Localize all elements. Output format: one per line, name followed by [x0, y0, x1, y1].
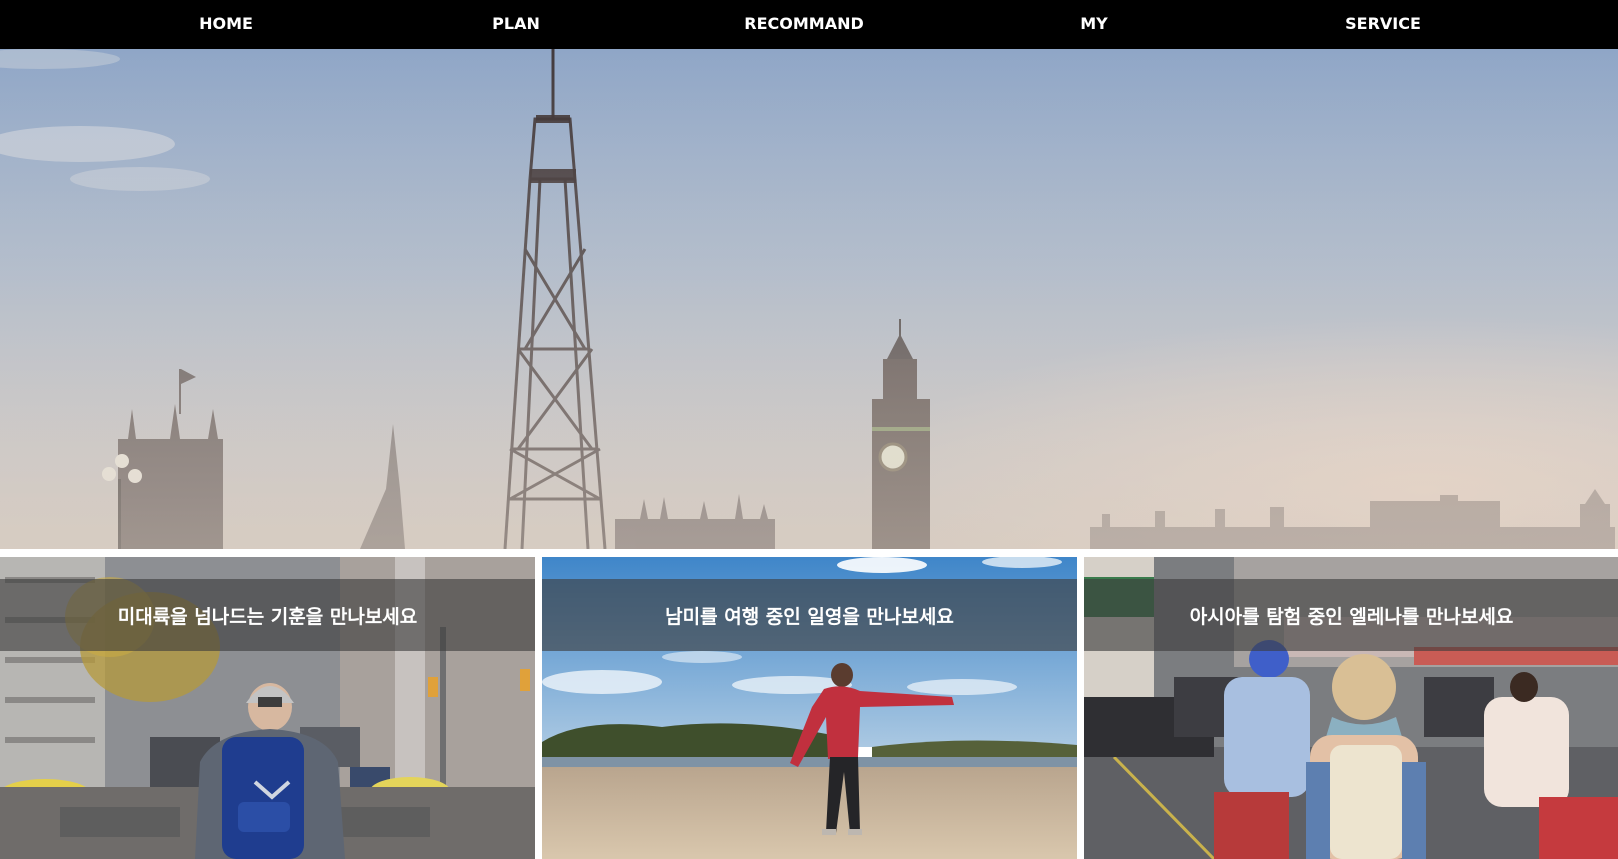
traveler-cards: 미대륙을 넘나드는 기훈을 만나보세요 남미를 여행 중인 일영을 만나보세요 …	[0, 557, 1618, 859]
nav-home[interactable]: HOME	[199, 0, 253, 49]
nav-service[interactable]: SERVICE	[1345, 0, 1421, 49]
card-kihoon-caption: 미대륙을 넘나드는 기훈을 만나보세요	[0, 579, 535, 651]
nav-my[interactable]: MY	[1080, 0, 1108, 49]
card-elena-caption: 아시아를 탐험 중인 엘레나를 만나보세요	[1084, 579, 1618, 651]
card-elena[interactable]: 아시아를 탐험 중인 엘레나를 만나보세요	[1084, 557, 1618, 859]
card-ilyoung[interactable]: 남미를 여행 중인 일영을 만나보세요	[542, 557, 1077, 859]
top-nav: HOME PLAN RECOMMAND MY SERVICE	[0, 0, 1618, 49]
card-ilyoung-caption: 남미를 여행 중인 일영을 만나보세요	[542, 579, 1077, 651]
hero-banner	[0, 49, 1618, 549]
card-kihoon[interactable]: 미대륙을 넘나드는 기훈을 만나보세요	[0, 557, 535, 859]
nav-recommand[interactable]: RECOMMAND	[744, 0, 864, 49]
nav-plan[interactable]: PLAN	[492, 0, 540, 49]
hero-skyline-image	[0, 49, 1618, 549]
